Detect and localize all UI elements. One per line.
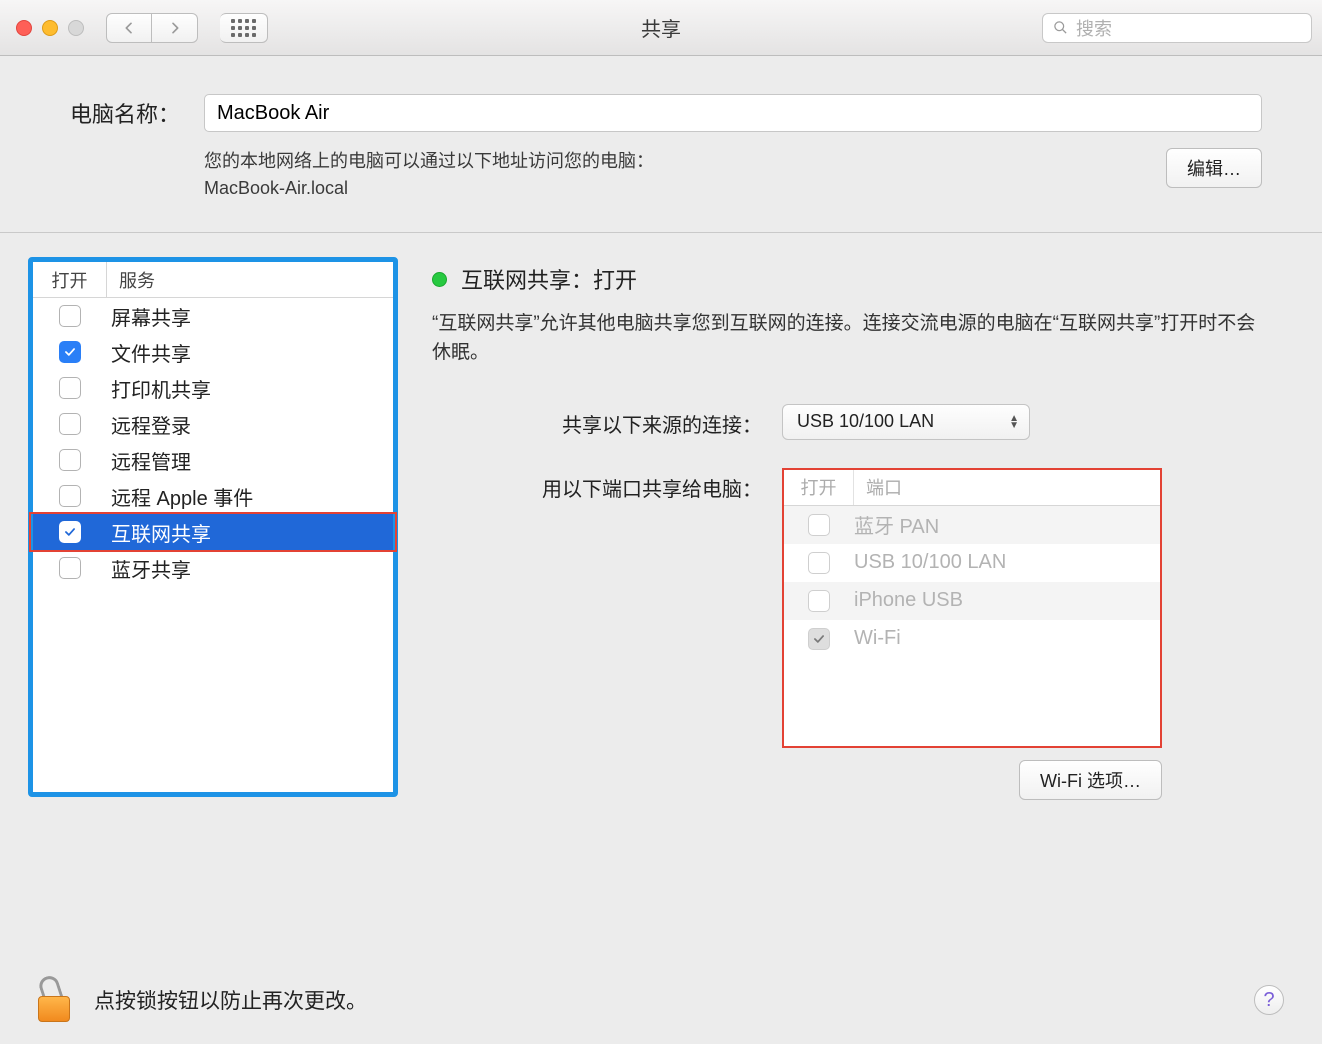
service-label: 远程 Apple 事件 (107, 482, 253, 511)
port-label: 蓝牙 PAN (854, 510, 939, 539)
ports-col-on: 打开 (784, 470, 854, 505)
services-header: 打开 服务 (33, 262, 393, 298)
source-label: 共享以下来源的连接： (432, 404, 762, 438)
service-label: 蓝牙共享 (107, 554, 191, 583)
checkbox[interactable] (59, 305, 81, 327)
toolbar: 共享 搜索 (0, 0, 1322, 56)
wifi-options-button[interactable]: Wi-Fi 选项… (1019, 760, 1162, 800)
service-label: 互联网共享 (107, 518, 211, 547)
edit-button[interactable]: 编辑… (1166, 148, 1262, 188)
lock-button[interactable] (38, 978, 70, 1022)
lock-text: 点按锁按钮以防止再次更改。 (94, 985, 367, 1015)
computer-name-section: 电脑名称： 您的本地网络上的电脑可以通过以下地址访问您的电脑： MacBook-… (0, 56, 1322, 233)
apps-grid-icon (231, 19, 256, 37)
service-label: 远程登录 (107, 410, 191, 439)
service-label: 打印机共享 (107, 374, 211, 403)
service-label: 文件共享 (107, 338, 191, 367)
back-button[interactable] (106, 13, 152, 43)
service-row[interactable]: 屏幕共享 (33, 298, 393, 334)
checkbox[interactable] (59, 557, 81, 579)
chevron-right-icon (167, 20, 183, 36)
chevron-left-icon (121, 20, 137, 36)
checkbox[interactable] (59, 521, 81, 543)
checkbox[interactable] (59, 413, 81, 435)
show-all-prefs[interactable] (220, 13, 268, 43)
checkbox[interactable] (59, 377, 81, 399)
main-area: 打开 服务 屏幕共享文件共享打印机共享远程登录远程管理远程 Apple 事件互联… (0, 233, 1322, 828)
detail-pane: 互联网共享：打开 “互联网共享”允许其他电脑共享您到互联网的连接。连接交流电源的… (432, 257, 1262, 828)
checkbox[interactable] (59, 341, 81, 363)
port-row[interactable]: Wi-Fi (784, 620, 1160, 658)
service-row[interactable]: 互联网共享 (33, 514, 393, 550)
port-label: iPhone USB (854, 589, 963, 612)
service-row[interactable]: 打印机共享 (33, 370, 393, 406)
window-controls (16, 20, 84, 36)
lock-row: 点按锁按钮以防止再次更改。 ? (38, 978, 1284, 1022)
ports-header: 打开 端口 (784, 470, 1160, 506)
status-on-icon (432, 272, 447, 287)
service-row[interactable]: 远程 Apple 事件 (33, 478, 393, 514)
port-label: USB 10/100 LAN (854, 551, 1006, 574)
search-field[interactable]: 搜索 (1042, 13, 1312, 43)
forward-button[interactable] (152, 13, 198, 43)
source-value: USB 10/100 LAN (797, 411, 934, 432)
port-label: Wi-Fi (854, 627, 901, 650)
nav-buttons (106, 13, 198, 43)
service-description: “互联网共享”允许其他电脑共享您到互联网的连接。连接交流电源的电脑在“互联网共享… (432, 309, 1262, 368)
service-row[interactable]: 文件共享 (33, 334, 393, 370)
service-row[interactable]: 远程登录 (33, 406, 393, 442)
status-title: 互联网共享：打开 (461, 263, 637, 295)
port-row[interactable]: USB 10/100 LAN (784, 544, 1160, 582)
updown-icon: ▲▼ (1009, 415, 1019, 429)
checkbox[interactable] (808, 590, 830, 612)
zoom-window-button[interactable] (68, 20, 84, 36)
ports-col-name: 端口 (854, 474, 902, 500)
close-window-button[interactable] (16, 20, 32, 36)
services-col-name: 服务 (107, 267, 155, 293)
services-col-on: 打开 (33, 262, 107, 297)
ports-list[interactable]: 打开 端口 蓝牙 PAN USB 10/100 LAN iPhone USB Wi-F… (782, 468, 1162, 748)
source-select[interactable]: USB 10/100 LAN ▲▼ (782, 404, 1030, 440)
computer-name-input[interactable] (204, 94, 1262, 132)
ports-label: 用以下端口共享给电脑： (432, 468, 762, 502)
service-label: 屏幕共享 (107, 302, 191, 331)
computer-name-label: 电脑名称： (60, 97, 180, 129)
services-list[interactable]: 打开 服务 屏幕共享文件共享打印机共享远程登录远程管理远程 Apple 事件互联… (28, 257, 398, 797)
status-row: 互联网共享：打开 (432, 263, 1262, 295)
port-row[interactable]: 蓝牙 PAN (784, 506, 1160, 544)
help-button[interactable]: ? (1254, 985, 1284, 1015)
minimize-window-button[interactable] (42, 20, 58, 36)
checkbox[interactable] (808, 514, 830, 536)
service-row[interactable]: 蓝牙共享 (33, 550, 393, 586)
checkbox[interactable] (808, 628, 830, 650)
port-row[interactable]: iPhone USB (784, 582, 1160, 620)
search-icon (1053, 20, 1068, 35)
search-placeholder: 搜索 (1076, 15, 1112, 41)
checkbox[interactable] (59, 485, 81, 507)
checkbox[interactable] (59, 449, 81, 471)
service-label: 远程管理 (107, 446, 191, 475)
service-row[interactable]: 远程管理 (33, 442, 393, 478)
checkbox[interactable] (808, 552, 830, 574)
computer-name-description: 您的本地网络上的电脑可以通过以下地址访问您的电脑： MacBook-Air.lo… (204, 148, 1142, 202)
